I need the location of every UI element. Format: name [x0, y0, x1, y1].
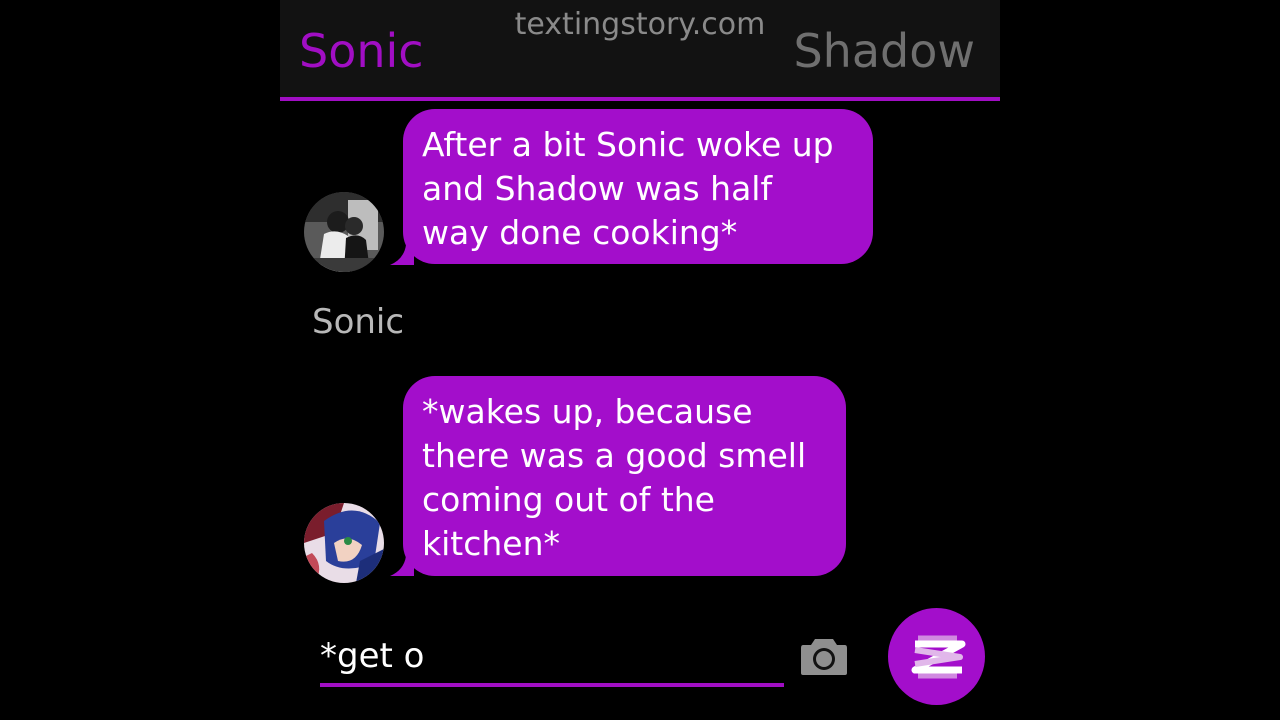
send-button[interactable] [888, 608, 985, 705]
message-text: *wakes up, because there was a good smel… [422, 392, 807, 563]
message-input[interactable]: *get o [320, 636, 424, 676]
chat-header: Sonic textingstory.com Shadow [280, 0, 1000, 97]
chat-screen: Sonic textingstory.com Shadow After a bi… [280, 0, 1000, 720]
camera-icon[interactable] [800, 636, 848, 676]
message-text: After a bit Sonic woke up and Shadow was… [422, 125, 834, 252]
send-icon [911, 635, 966, 679]
sender-name: Sonic [312, 302, 405, 342]
message-bubble[interactable]: *wakes up, because there was a good smel… [403, 376, 846, 576]
header-divider [280, 97, 1000, 101]
contact-tab-shadow[interactable]: Shadow [793, 24, 975, 78]
message-bubble[interactable]: After a bit Sonic woke up and Shadow was… [403, 109, 873, 264]
sonic-avatar-icon[interactable] [304, 503, 384, 583]
couple-avatar-icon[interactable] [304, 192, 384, 272]
input-underline [320, 683, 784, 687]
